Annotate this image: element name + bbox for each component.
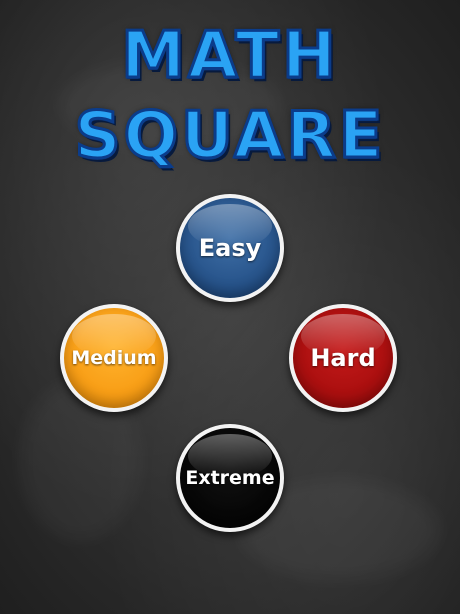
hard-button-label: Hard <box>310 344 376 372</box>
medium-button-label: Medium <box>71 347 157 369</box>
medium-button[interactable]: Medium <box>60 304 168 412</box>
game-title-line2: SQUARE <box>73 99 386 173</box>
chalkboard-background: MATH SQUARE Easy Medium Hard Extreme <box>0 0 460 614</box>
easy-button[interactable]: Easy <box>176 194 284 302</box>
game-title-line1: MATH <box>120 19 339 93</box>
hard-button[interactable]: Hard <box>289 304 397 412</box>
extreme-button-label: Extreme <box>185 467 275 489</box>
easy-button-label: Easy <box>198 234 262 262</box>
extreme-button[interactable]: Extreme <box>176 424 284 532</box>
